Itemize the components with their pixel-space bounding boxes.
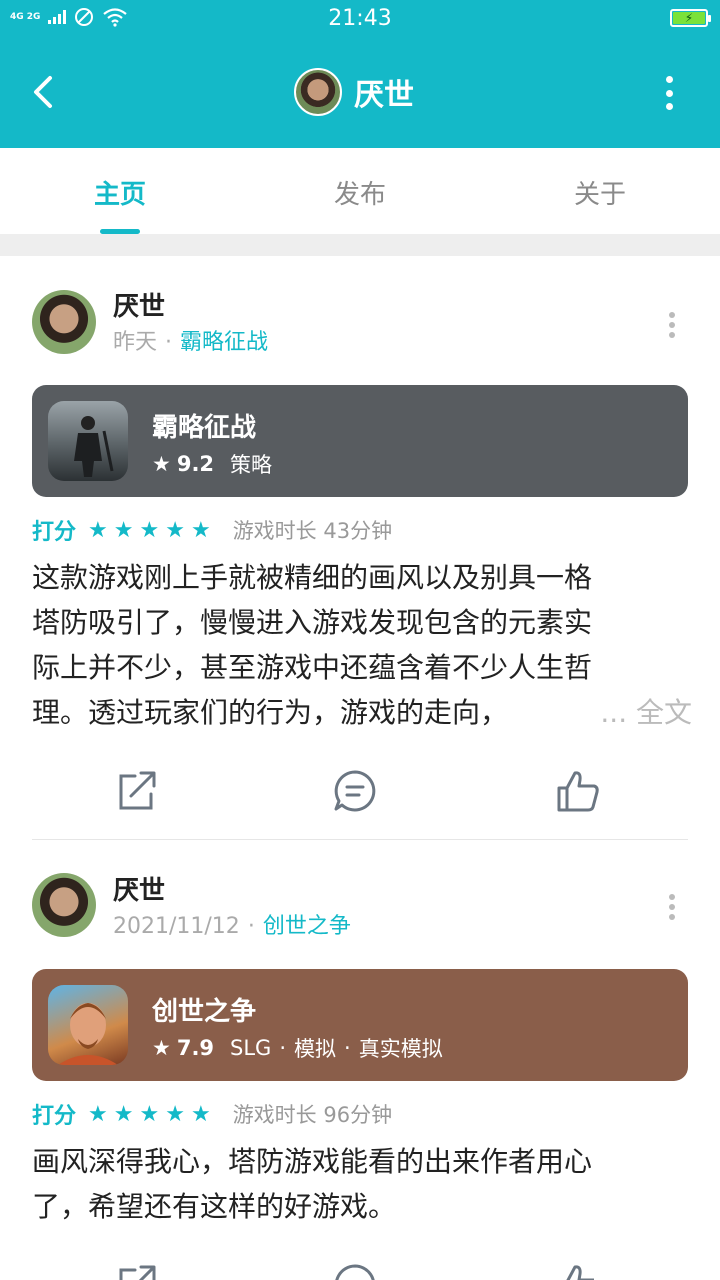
score-label: 打分 (32, 1104, 77, 1129)
star-icon: ★ (165, 517, 185, 543)
game-link[interactable]: 创世之争 (263, 914, 351, 939)
avatar[interactable] (32, 873, 96, 937)
share-icon[interactable] (113, 1262, 159, 1280)
review-text[interactable]: 画风深得我心，塔防游戏能看的出来作者用心 了，希望还有这样的好游戏。 (32, 1139, 692, 1229)
game-icon (48, 985, 128, 1065)
like-icon[interactable] (555, 768, 601, 814)
star-icon: ★ (113, 517, 134, 543)
share-icon[interactable] (113, 768, 159, 814)
profile-tabs: 主页 发布 关于 (0, 148, 720, 234)
tab-about[interactable]: 关于 (480, 148, 720, 234)
profile-title: 厌世 (294, 68, 414, 116)
game-link[interactable]: 霸略征战 (180, 330, 268, 355)
post-date: 昨天 (113, 330, 158, 355)
page-title: 厌世 (354, 78, 414, 113)
post-more-icon[interactable] (668, 312, 676, 338)
tab-posts[interactable]: 发布 (240, 148, 480, 234)
star-icon: ★ (88, 517, 108, 543)
app-header: 4G 2G 21:43 ⚡ 厌世 (0, 0, 720, 148)
clock: 21:43 (328, 6, 392, 31)
review-post: 厌世 昨天 · 霸略征战 霸略征战 ★ 9.2 策略 打分 ★ ★ ★ ★ ★ 游戏时长 4… (0, 256, 720, 840)
score-label: 打分 (32, 520, 77, 545)
star-icon: ★ (113, 1101, 134, 1127)
post-date: 2021/11/12 (113, 914, 240, 939)
game-rating: 9.2 (176, 452, 215, 476)
comment-icon[interactable] (332, 768, 378, 814)
game-rating: 7.9 (176, 1036, 215, 1060)
read-more-link[interactable]: ... 全文 (600, 690, 692, 735)
star-icon: ★ (190, 1101, 211, 1127)
post-author[interactable]: 厌世 (113, 870, 165, 907)
game-tag: 模拟 (294, 1037, 337, 1061)
avatar[interactable] (32, 290, 96, 354)
game-title: 创世之争 (152, 997, 257, 1027)
star-icon: ★ (152, 452, 171, 476)
post-actions (0, 768, 720, 828)
review-text[interactable]: 这款游戏刚上手就被精细的画风以及别具一格 塔防吸引了，慢慢进入游戏发现包含的元素… (32, 555, 692, 735)
star-icon: ★ (139, 1101, 160, 1127)
playtime: 游戏时长 43分钟 (232, 519, 393, 543)
battery-icon: ⚡ (670, 9, 711, 27)
section-divider (0, 234, 720, 256)
star-icon: ★ (165, 1101, 185, 1127)
comment-icon[interactable] (332, 1262, 378, 1280)
game-title: 霸略征战 (152, 413, 257, 443)
score-row: 打分 ★ ★ ★ ★ ★ 游戏时长 96分钟 (32, 1098, 392, 1130)
game-info: ★ 7.9 SLG · 模拟 · 真实模拟 (152, 1033, 443, 1063)
post-author[interactable]: 厌世 (113, 286, 165, 323)
star-icon: ★ (152, 1036, 171, 1060)
post-more-icon[interactable] (668, 894, 676, 920)
star-icon: ★ (190, 517, 211, 543)
rating-stars: ★ ★ ★ ★ ★ (88, 1102, 211, 1127)
rating-stars: ★ ★ ★ ★ ★ (88, 518, 211, 543)
playtime: 游戏时长 96分钟 (232, 1103, 393, 1127)
game-card[interactable]: 创世之争 ★ 7.9 SLG · 模拟 · 真实模拟 (32, 969, 688, 1081)
game-icon (48, 401, 128, 481)
post-meta: 2021/11/12 · 创世之争 (113, 914, 351, 939)
tab-home[interactable]: 主页 (0, 148, 240, 234)
more-vertical-icon[interactable] (662, 76, 676, 110)
game-tag: SLG (230, 1036, 272, 1060)
post-meta: 昨天 · 霸略征战 (113, 330, 269, 355)
game-info: ★ 9.2 策略 (152, 449, 272, 479)
star-icon: ★ (139, 517, 160, 543)
game-card[interactable]: 霸略征战 ★ 9.2 策略 (32, 385, 688, 497)
game-tag: 策略 (230, 453, 273, 477)
avatar[interactable] (294, 68, 342, 116)
game-tag: 真实模拟 (358, 1037, 443, 1061)
post-actions (0, 1262, 720, 1280)
status-bar: 4G 2G 21:43 ⚡ (0, 0, 720, 38)
back-arrow-icon[interactable] (28, 70, 64, 114)
like-icon[interactable] (555, 1262, 601, 1280)
review-post: 厌世 2021/11/12 · 创世之争 创世之争 ★ 7.9 SLG · 模拟 ·… (0, 840, 720, 1280)
star-icon: ★ (88, 1101, 108, 1127)
score-row: 打分 ★ ★ ★ ★ ★ 游戏时长 43分钟 (32, 514, 392, 546)
